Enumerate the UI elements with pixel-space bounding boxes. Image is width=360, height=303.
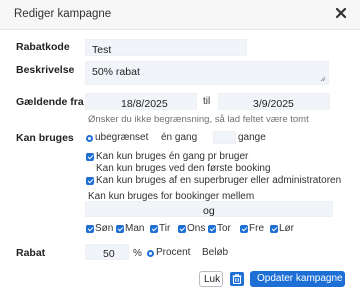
description-textarea[interactable]: 50% rabat [85, 61, 329, 85]
code-label: Rabatkode [16, 41, 70, 53]
radio-unlimited[interactable] [86, 135, 93, 142]
day-label-son: Søn [95, 223, 114, 234]
description-value: 50% rabat [92, 66, 140, 78]
day-label-tor: Tor [217, 223, 231, 234]
resize-handle-icon[interactable] [320, 76, 326, 82]
valid-from-input[interactable]: 18/8/2025 [85, 93, 197, 110]
update-campaign-button[interactable]: Opdater kampagne [250, 271, 345, 287]
discount-unit: % [133, 248, 142, 259]
discount-value: 50 [103, 248, 115, 260]
discount-label: Rabat [16, 247, 46, 259]
checkbox-first-booking-label: Kan kun bruges ved den første booking [96, 163, 271, 174]
between-and: og [203, 205, 215, 217]
valid-to-input[interactable]: 3/9/2025 [218, 93, 330, 110]
code-value: Test [92, 44, 112, 56]
dialog-title: Rediger kampagne [14, 8, 112, 20]
validity-to-word: til [203, 96, 211, 107]
day-checkbox-tir[interactable] [150, 225, 158, 233]
day-checkbox-son[interactable] [86, 225, 94, 233]
radio-once-label: én gang [161, 132, 198, 143]
valid-to-value: 3/9/2025 [253, 98, 294, 110]
times-input[interactable] [213, 131, 236, 144]
day-checkbox-fre[interactable] [240, 225, 248, 233]
day-label-ons: Ons [187, 223, 206, 234]
update-campaign-button-label: Opdater kampagne [257, 273, 343, 284]
checkbox-once-per-user[interactable] [86, 153, 94, 161]
delete-button[interactable] [230, 272, 244, 286]
radio-once[interactable] [151, 135, 158, 142]
validity-label: Gældende fra [16, 96, 84, 108]
day-label-fre: Fre [249, 223, 264, 234]
between-input[interactable]: og [85, 201, 333, 217]
close-button[interactable]: Luk [199, 271, 223, 287]
radio-times-label: gange [238, 132, 266, 143]
trash-icon [232, 274, 242, 285]
radio-amount-label: Beløb [202, 247, 229, 258]
radio-unlimited-label: ubegrænset [95, 132, 149, 143]
radio-amount[interactable] [192, 250, 199, 257]
day-label-man: Man [125, 223, 145, 234]
close-icon[interactable] [334, 6, 348, 20]
day-checkbox-tor[interactable] [208, 225, 216, 233]
close-button-label: Luk [204, 274, 221, 285]
description-label: Beskrivelse [16, 64, 75, 76]
valid-from-value: 18/8/2025 [121, 98, 168, 110]
checkbox-once-per-user-label: Kan kun bruges én gang pr bruger [96, 151, 249, 162]
code-input[interactable]: Test [85, 39, 247, 56]
checkbox-superuser-only[interactable] [86, 177, 94, 185]
checkbox-first-booking[interactable] [86, 165, 94, 173]
radio-times[interactable] [205, 135, 212, 142]
radio-percent-label: Procent [156, 247, 191, 258]
day-checkbox-ons[interactable] [178, 225, 186, 233]
day-checkbox-lor[interactable] [270, 225, 278, 233]
validity-hint: Ønsker du ikke begrænsning, så lad felte… [88, 114, 309, 125]
day-label-tir: Tir [159, 223, 171, 234]
radio-percent[interactable] [147, 250, 154, 257]
usage-label: Kan bruges [16, 132, 74, 144]
edit-campaign-dialog: Rediger kampagne Rabatkode Test Beskrive… [0, 0, 360, 303]
day-checkbox-man[interactable] [116, 225, 124, 233]
day-label-lor: Lør [279, 223, 294, 234]
checkbox-superuser-only-label: Kan kun bruges af en superbruger eller a… [96, 175, 342, 186]
dialog-header: Rediger kampagne [0, 0, 360, 30]
discount-value-input[interactable]: 50 [85, 244, 129, 260]
